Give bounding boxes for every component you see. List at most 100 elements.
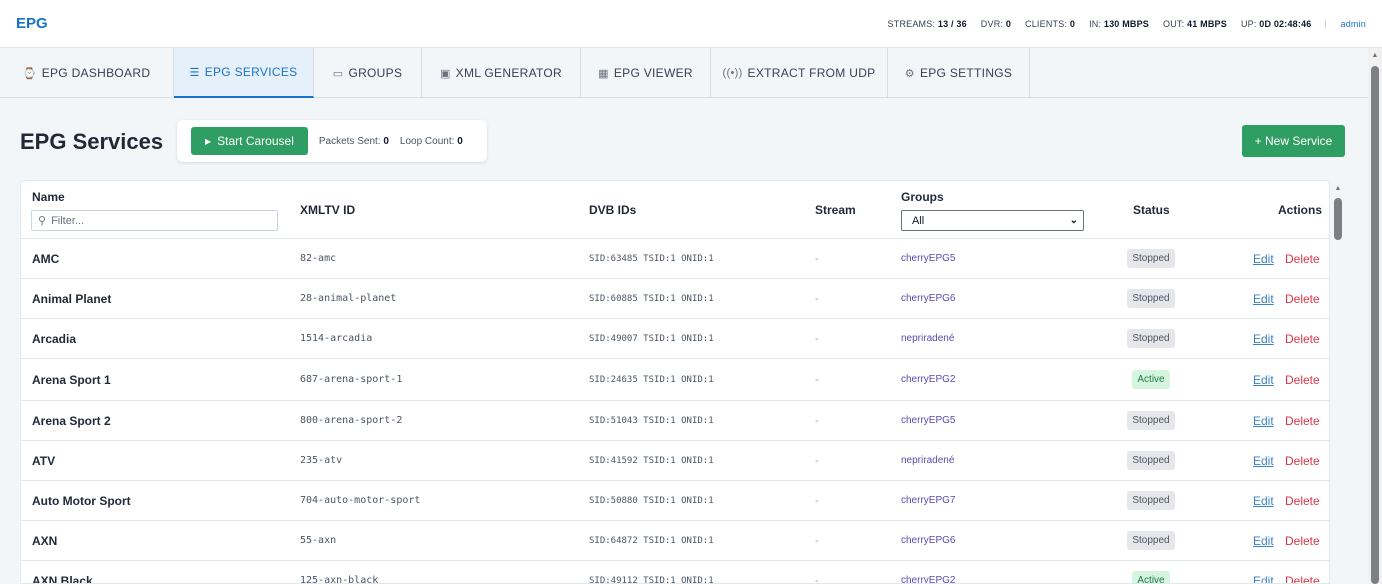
edit-link[interactable]: Edit [1253,279,1274,318]
carousel-panel: ▶ Start Carousel Packets Sent: 0 Loop Co… [177,120,487,162]
start-carousel-label: Start Carousel [217,134,294,148]
code-file-icon: ▣ [439,67,451,80]
group-link[interactable]: cherryEPG2 [901,359,955,400]
stream-value: - [815,414,819,427]
status-cell: Stopped [1121,401,1181,440]
xmltv-id: 235-atv [300,455,343,466]
group-link[interactable]: nepriradené [901,441,954,480]
group-link[interactable]: cherryEPG6 [901,279,955,318]
tab-epg-viewer[interactable]: ▦ EPG VIEWER [581,48,711,98]
table-scrollbar[interactable] [1332,184,1344,584]
dvb-ids: SID:60885 TSID:1 ONID:1 [589,293,714,304]
xmltv-id: 704-auto-motor-sport [300,495,421,506]
header-dvb-ids: DVB IDs [589,203,637,217]
services-table: Name ⚲ XMLTV ID DVB IDs Stream Groups Al… [20,180,1330,584]
tab-epg-services[interactable]: ☰ EPG SERVICES [174,48,314,98]
tab-extract-from-udp[interactable]: ((•)) EXTRACT FROM UDP [711,48,888,98]
status-badge: Stopped [1127,531,1175,550]
edit-link[interactable]: Edit [1253,239,1274,278]
tab-label: EPG DASHBOARD [41,66,151,80]
list-icon: ☰ [189,66,200,79]
page-scroll-up-icon[interactable]: ▲ [1368,52,1382,62]
dvb-ids: SID:50880 TSID:1 ONID:1 [589,495,714,506]
scroll-up-icon[interactable]: ▲ [1332,184,1344,194]
stat-value: 0 [1069,18,1076,29]
service-name: Auto Motor Sport [32,493,131,508]
tab-groups[interactable]: ▭ GROUPS [314,48,422,98]
status-badge: Stopped [1127,411,1175,430]
edit-link[interactable]: Edit [1253,521,1274,560]
status-cell: Active [1121,561,1181,583]
stat-item: DVR: 0 [981,19,1011,29]
page-scrollbar-thumb[interactable] [1371,66,1379,584]
new-service-button[interactable]: + New Service [1242,125,1345,157]
stat-label: IN: [1089,18,1102,29]
delete-link[interactable]: Delete [1285,319,1320,358]
group-link[interactable]: cherryEPG2 [901,561,955,583]
tab-label: EPG SERVICES [204,65,298,79]
stat-value: 0 [1005,18,1012,29]
group-link[interactable]: cherryEPG5 [901,239,955,278]
table-row: AMC 82-amc SID:63485 TSID:1 ONID:1 - cherryE… [21,239,1329,279]
table-scrollbar-thumb[interactable] [1334,198,1342,240]
chevron-down-icon: ⌄ [1069,215,1078,226]
delete-link[interactable]: Delete [1285,441,1320,480]
status-badge: Stopped [1127,289,1175,308]
tab-xml-generator[interactable]: ▣ XML GENERATOR [422,48,581,98]
group-link[interactable]: cherryEPG5 [901,401,955,440]
delete-link[interactable]: Delete [1285,239,1320,278]
table-row: Arcadia 1514-arcadia SID:49007 TSID:1 ONID… [21,319,1329,359]
group-link[interactable]: nepriradené [901,319,954,358]
service-name: Arena Sport 2 [32,413,111,428]
delete-link[interactable]: Delete [1285,279,1320,318]
stream-value: - [815,454,819,467]
stat-value: 0D 02:48:46 [1259,18,1312,29]
stat-value: 130 MBPS [1103,18,1149,29]
edit-link[interactable]: Edit [1253,319,1274,358]
gear-icon: ⚙ [904,67,915,80]
user-link[interactable]: admin [1325,18,1366,29]
dashboard-icon: ⌚ [22,67,37,80]
tab-epg-dashboard[interactable]: ⌚ EPG DASHBOARD [0,48,174,98]
stat-value: 41 MBPS [1187,18,1227,29]
table-row: AXN Black 125-axn-black SID:49112 TSID:1 O… [21,561,1329,584]
groups-select[interactable]: All ⌄ [901,210,1084,231]
dvb-ids: SID:64872 TSID:1 ONID:1 [589,535,714,546]
stat-item: CLIENTS: 0 [1025,19,1075,29]
group-link[interactable]: cherryEPG6 [901,521,955,560]
status-badge: Stopped [1127,249,1175,268]
xmltv-id: 1514-arcadia [300,333,373,344]
edit-link[interactable]: Edit [1253,481,1274,520]
edit-link[interactable]: Edit [1253,441,1274,480]
table-row: AXN 55-axn SID:64872 TSID:1 ONID:1 - cherryE… [21,521,1329,561]
page-title: EPG Services [20,129,164,154]
stream-value: - [815,373,819,386]
dvb-ids: SID:49007 TSID:1 ONID:1 [589,333,714,344]
table-row: Arena Sport 1 687-arena-sport-1 SID:24635 … [21,359,1329,401]
dvb-ids: SID:41592 TSID:1 ONID:1 [589,455,714,466]
broadcast-icon: ((•)) [722,67,743,79]
status-badge: Stopped [1127,329,1175,348]
edit-link[interactable]: Edit [1253,401,1274,440]
tab-epg-settings[interactable]: ⚙ EPG SETTINGS [888,48,1030,98]
stat-label: OUT: [1163,18,1185,29]
stat-label: DVR: [980,18,1004,29]
status-cell: Stopped [1121,319,1181,358]
packets-sent-label: Packets Sent: [318,135,381,147]
app-brand[interactable]: EPG [16,15,48,32]
stat-label: CLIENTS: [1025,18,1068,29]
table-header: Name ⚲ XMLTV ID DVB IDs Stream Groups Al… [21,181,1329,239]
header-actions: Actions [1278,203,1323,217]
delete-link[interactable]: Delete [1285,521,1320,560]
dvb-ids: SID:63485 TSID:1 ONID:1 [589,253,714,264]
delete-link[interactable]: Delete [1285,401,1320,440]
delete-link[interactable]: Delete [1285,481,1320,520]
header-groups: Groups [901,190,944,204]
group-link[interactable]: cherryEPG7 [901,481,955,520]
delete-link[interactable]: Delete [1285,561,1320,584]
delete-link[interactable]: Delete [1285,359,1320,400]
filter-input[interactable] [51,214,252,227]
start-carousel-button[interactable]: ▶ Start Carousel [191,127,308,155]
edit-link[interactable]: Edit [1253,561,1274,584]
edit-link[interactable]: Edit [1253,359,1274,400]
